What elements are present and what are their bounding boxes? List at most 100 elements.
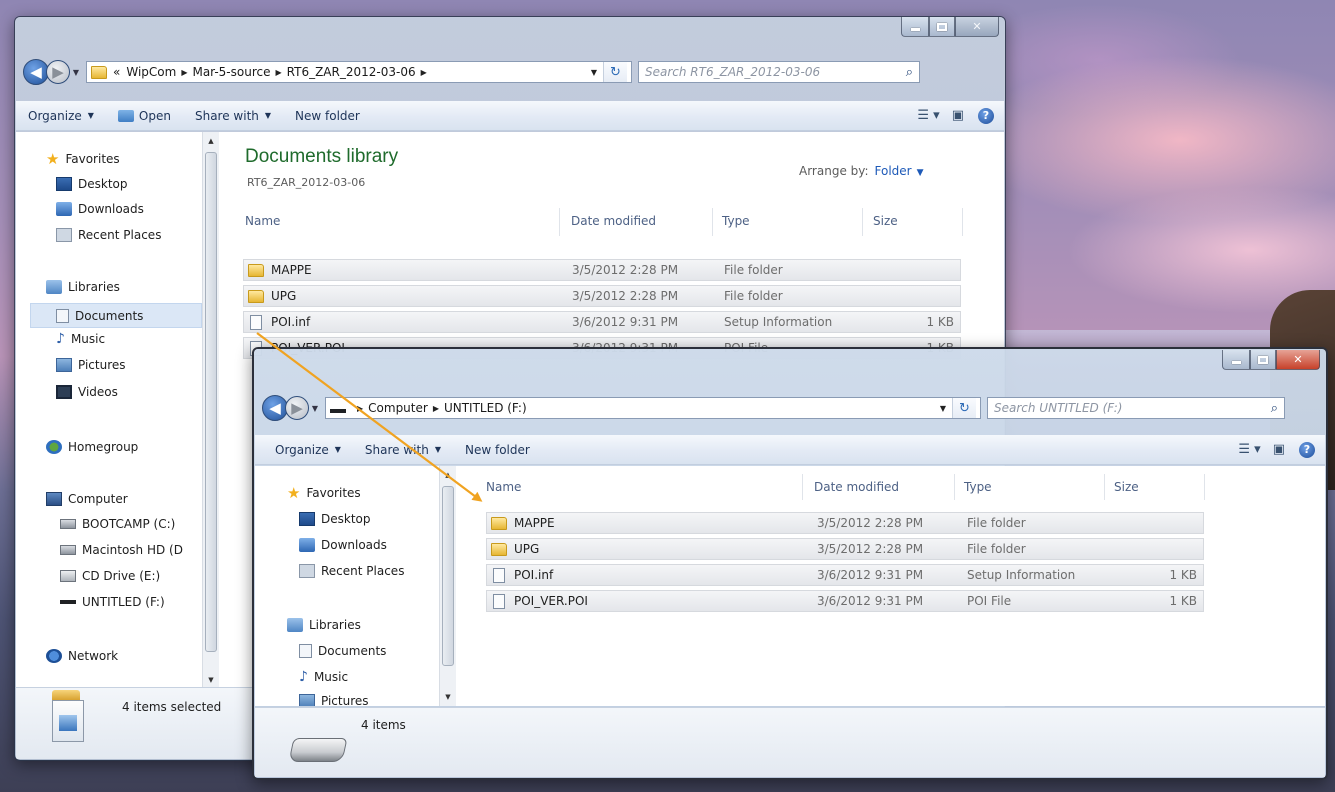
chevron-right-icon[interactable]: ▶	[357, 404, 363, 413]
chevron-down-icon[interactable]: ▼	[917, 168, 924, 178]
minimize-button[interactable]	[1222, 350, 1250, 370]
nav-homegroup[interactable]: Homegroup	[46, 440, 138, 454]
column-header-date[interactable]: Date modified	[571, 214, 656, 228]
nav-favorites[interactable]: ★ Favorites	[287, 486, 361, 501]
address-bar[interactable]: « WipCom ▶ Mar-5-source ▶ RT6_ZAR_2012-0…	[86, 61, 632, 83]
nav-macintosh-hd[interactable]: Macintosh HD (D	[60, 543, 183, 557]
maximize-button[interactable]	[1250, 350, 1276, 370]
navigation-pane[interactable]: ★ Favorites Desktop Downloads Recent Plac…	[16, 132, 202, 689]
view-options-icon[interactable]: ☰ ▾	[917, 108, 939, 123]
search-icon[interactable]: ⌕	[906, 65, 913, 80]
arrange-by[interactable]: Arrange by: Folder ▼	[799, 164, 924, 178]
refresh-icon[interactable]: ↻	[952, 398, 976, 418]
column-divider[interactable]	[802, 474, 803, 500]
share-with-button[interactable]: Share with ▼	[365, 443, 441, 457]
nav-desktop[interactable]: Desktop	[56, 177, 128, 191]
column-header-name[interactable]: Name	[486, 480, 521, 494]
nav-pictures[interactable]: Pictures	[299, 694, 369, 706]
nav-computer[interactable]: Computer	[46, 492, 128, 506]
file-row[interactable]: MAPPE 3/5/2012 2:28 PM File folder	[243, 259, 961, 281]
column-header-date[interactable]: Date modified	[814, 480, 899, 494]
nav-recent-places[interactable]: Recent Places	[299, 564, 404, 578]
help-icon[interactable]: ?	[978, 107, 994, 124]
nav-documents[interactable]: Documents	[299, 644, 386, 658]
column-header-name[interactable]: Name	[245, 214, 280, 228]
share-with-button[interactable]: Share with ▼	[195, 109, 271, 123]
chevron-right-icon[interactable]: ▶	[276, 68, 282, 77]
forward-button[interactable]: ▶	[46, 60, 70, 84]
nav-network[interactable]: Network	[46, 649, 118, 663]
column-divider[interactable]	[962, 208, 963, 236]
nav-scrollbar[interactable]: ▲ ▼	[202, 132, 219, 689]
nav-downloads[interactable]: Downloads	[299, 538, 387, 552]
chevron-right-icon[interactable]: ▶	[421, 68, 427, 77]
nav-documents[interactable]: Documents	[30, 303, 202, 328]
nav-bootcamp[interactable]: BOOTCAMP (C:)	[60, 517, 175, 531]
column-header-size[interactable]: Size	[873, 214, 898, 228]
minimize-button[interactable]	[901, 17, 929, 37]
organize-button[interactable]: Organize ▼	[28, 109, 94, 123]
scroll-up-icon[interactable]: ▲	[203, 134, 219, 148]
recent-pages-dropdown[interactable]: ▼	[70, 68, 82, 77]
breadcrumb-untitled[interactable]: UNTITLED (F:)	[444, 401, 527, 415]
file-row[interactable]: UPG 3/5/2012 2:28 PM File folder	[243, 285, 961, 307]
explorer-window-destination[interactable]: ✕ ◀ ▶ ▼ ▶ Computer ▶ UNTITLED (F:) ▼ ↻ S…	[252, 347, 1328, 780]
view-options-icon[interactable]: ☰ ▾	[1238, 442, 1260, 457]
search-icon[interactable]: ⌕	[1271, 401, 1278, 416]
scroll-down-icon[interactable]: ▼	[440, 690, 456, 704]
maximize-button[interactable]	[929, 17, 955, 37]
scroll-thumb[interactable]	[205, 152, 217, 652]
address-bar[interactable]: ▶ Computer ▶ UNTITLED (F:) ▼ ↻	[325, 397, 981, 419]
preview-pane-icon[interactable]: ▣	[1273, 442, 1285, 457]
breadcrumb-wipcom[interactable]: WipCom	[126, 65, 176, 79]
column-divider[interactable]	[712, 208, 713, 236]
nav-untitled[interactable]: UNTITLED (F:)	[60, 595, 165, 609]
nav-favorites[interactable]: ★ Favorites	[46, 152, 120, 167]
organize-button[interactable]: Organize ▼	[275, 443, 341, 457]
help-icon[interactable]: ?	[1299, 441, 1315, 458]
column-divider[interactable]	[862, 208, 863, 236]
navigation-pane[interactable]: ★ Favorites Desktop Downloads Recent Plac…	[255, 466, 439, 706]
column-divider[interactable]	[1204, 474, 1205, 500]
nav-scrollbar[interactable]: ▲ ▼	[439, 466, 456, 706]
nav-libraries[interactable]: Libraries	[287, 618, 361, 632]
chevron-right-icon[interactable]: ▶	[181, 68, 187, 77]
nav-cd-drive[interactable]: CD Drive (E:)	[60, 569, 160, 583]
breadcrumb-computer[interactable]: Computer	[368, 401, 428, 415]
file-pane[interactable]: Name Date modified Type Size MAPPE 3/5/2…	[456, 466, 1325, 706]
address-dropdown-icon[interactable]: ▼	[934, 404, 952, 413]
scroll-up-icon[interactable]: ▲	[440, 468, 456, 482]
preview-pane-icon[interactable]: ▣	[952, 108, 964, 123]
refresh-icon[interactable]: ↻	[603, 62, 627, 82]
search-input[interactable]: Search RT6_ZAR_2012-03-06 ⌕	[638, 61, 920, 83]
nav-downloads[interactable]: Downloads	[56, 202, 144, 216]
column-divider[interactable]	[954, 474, 955, 500]
new-folder-button[interactable]: New folder	[295, 109, 360, 123]
file-row[interactable]: UPG 3/5/2012 2:28 PM File folder	[486, 538, 1204, 560]
nav-recent-places[interactable]: Recent Places	[56, 228, 161, 242]
scroll-thumb[interactable]	[442, 486, 454, 666]
nav-music[interactable]: ♪ Music	[56, 332, 105, 346]
column-header-type[interactable]: Type	[964, 480, 992, 494]
chevron-right-icon[interactable]: ▶	[433, 404, 439, 413]
nav-music[interactable]: ♪ Music	[299, 670, 348, 684]
open-button[interactable]: Open	[117, 109, 171, 123]
column-header-type[interactable]: Type	[722, 214, 750, 228]
close-button[interactable]: ✕	[955, 17, 999, 37]
address-overflow[interactable]: «	[113, 65, 120, 79]
breadcrumb-rt6-zar[interactable]: RT6_ZAR_2012-03-06	[287, 65, 416, 79]
column-divider[interactable]	[559, 208, 560, 236]
search-input[interactable]: Search UNTITLED (F:) ⌕	[987, 397, 1285, 419]
breadcrumb-mar-5-source[interactable]: Mar-5-source	[192, 65, 270, 79]
file-row[interactable]: POI_VER.POI 3/6/2012 9:31 PM POI File 1 …	[486, 590, 1204, 612]
arrange-value[interactable]: Folder	[875, 164, 912, 178]
address-dropdown-icon[interactable]: ▼	[585, 68, 603, 77]
close-button[interactable]: ✕	[1276, 350, 1320, 370]
column-header-size[interactable]: Size	[1114, 480, 1139, 494]
nav-libraries[interactable]: Libraries	[46, 280, 120, 294]
new-folder-button[interactable]: New folder	[465, 443, 530, 457]
forward-button[interactable]: ▶	[285, 396, 309, 420]
file-row[interactable]: MAPPE 3/5/2012 2:28 PM File folder	[486, 512, 1204, 534]
recent-pages-dropdown[interactable]: ▼	[309, 404, 321, 413]
file-row[interactable]: POI.inf 3/6/2012 9:31 PM Setup Informati…	[486, 564, 1204, 586]
